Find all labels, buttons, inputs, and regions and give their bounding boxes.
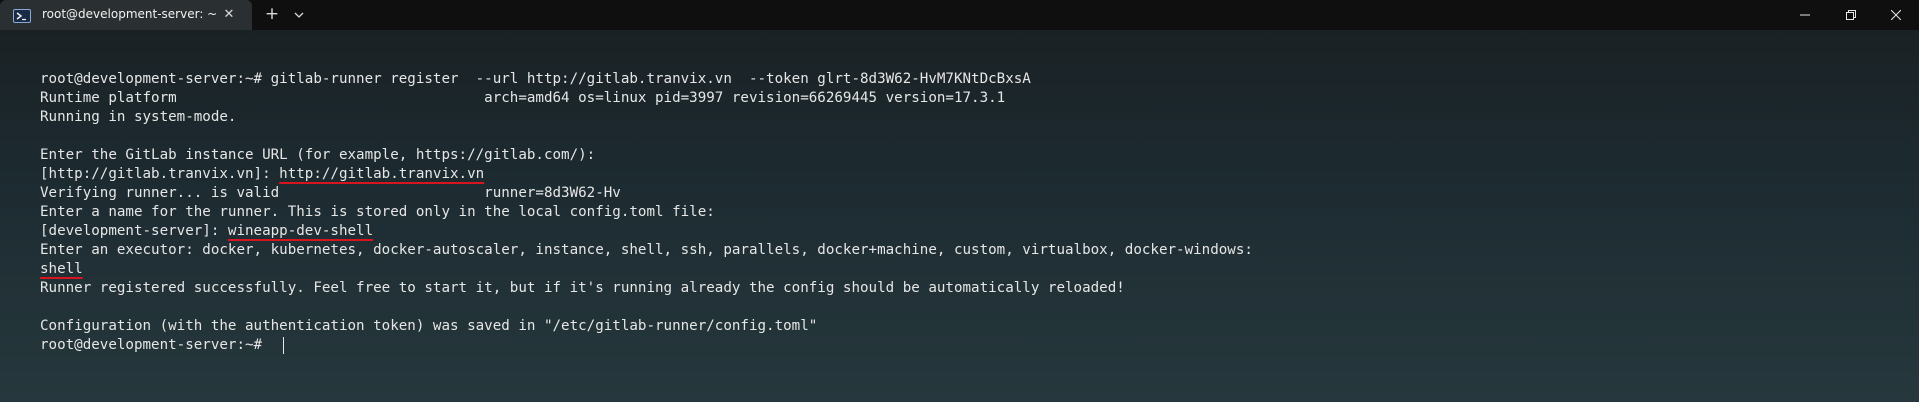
tab-title: root@development-server: ~ (42, 7, 218, 21)
default-name-prompt: [development-server]: (40, 223, 228, 239)
close-tab-icon[interactable]: ✕ (219, 5, 239, 25)
powershell-icon (13, 8, 31, 23)
command-text: gitlab-runner register --url http://gitl… (270, 71, 1031, 87)
executor-value: shell (40, 261, 83, 277)
runner-name-value: wineapp-dev-shell (227, 223, 374, 239)
terminal-line: Enter a name for the runner. This is sto… (40, 204, 715, 220)
terminal-line: Configuration (with the authentication t… (40, 318, 818, 334)
maximize-button[interactable] (1828, 0, 1874, 30)
chevron-down-icon[interactable] (289, 5, 309, 25)
terminal-line: Runner registered successfully. Feel fre… (40, 280, 1125, 296)
maximize-icon (1846, 10, 1856, 20)
terminal-line: root@development-server:~# (40, 336, 271, 355)
terminal-line: Verifying runner... is valid runner=8d3W… (40, 185, 621, 201)
minimize-button[interactable] (1782, 0, 1828, 30)
close-icon (1891, 10, 1901, 20)
shell-prompt: root@development-server:~# (40, 71, 271, 87)
minimize-icon (1800, 14, 1810, 16)
terminal-line: root@development-server:~# gitlab-runner… (40, 70, 1031, 89)
terminal-line: Enter the GitLab instance URL (for examp… (40, 147, 596, 163)
terminal-line: Running in system-mode. (40, 109, 237, 125)
terminal-window: root@development-server: ~ ✕ + root@deve… (0, 0, 1919, 402)
terminal-line: [http://gitlab.tranvix.vn]: http://gitla… (40, 165, 484, 184)
title-bar: root@development-server: ~ ✕ + (0, 0, 1919, 30)
terminal-line: Enter an executor: docker, kubernetes, d… (40, 242, 1253, 258)
tab-terminal[interactable]: root@development-server: ~ ✕ (0, 0, 252, 30)
terminal-line: shell (40, 260, 83, 279)
url-input-value: http://gitlab.tranvix.vn (279, 166, 485, 182)
default-url-prompt: [http://gitlab.tranvix.vn]: (40, 166, 280, 182)
terminal-line: [development-server]: wineapp-dev-shell (40, 222, 373, 241)
shell-prompt: root@development-server:~# (40, 337, 271, 353)
close-window-button[interactable] (1873, 0, 1919, 30)
new-tab-button[interactable]: + (262, 5, 282, 25)
text-cursor (283, 337, 284, 354)
terminal-output[interactable]: root@development-server:~# gitlab-runner… (0, 30, 1919, 402)
terminal-line: Runtime platform arch=amd64 os=linux pid… (40, 90, 1006, 106)
